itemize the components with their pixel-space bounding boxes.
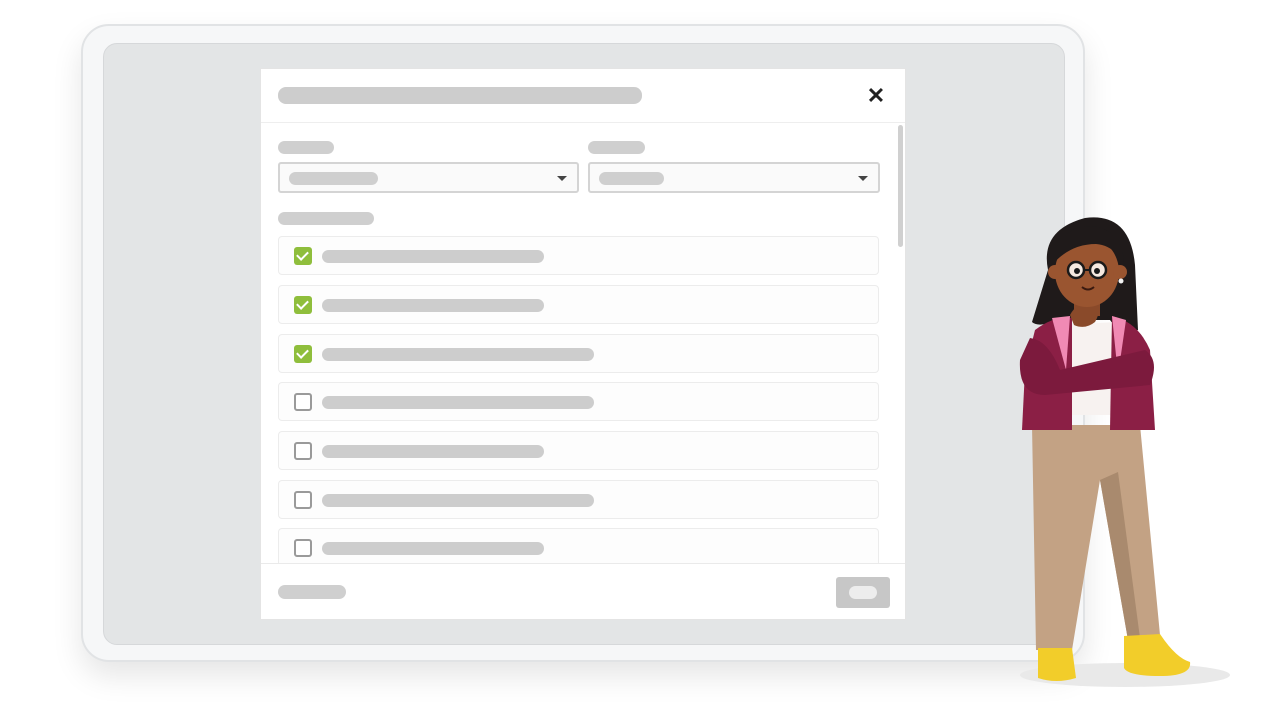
list-item-label bbox=[322, 250, 544, 263]
filter-select-1-value bbox=[289, 172, 378, 185]
filter-dialog: ✕ bbox=[260, 68, 906, 620]
list-item-label bbox=[322, 494, 594, 507]
checkbox-checked-icon[interactable] bbox=[294, 296, 312, 314]
apply-button[interactable] bbox=[836, 577, 890, 608]
list-item-label bbox=[322, 542, 544, 555]
checkbox-unchecked-icon[interactable] bbox=[294, 393, 312, 411]
checkbox-unchecked-icon[interactable] bbox=[294, 491, 312, 509]
list-item[interactable] bbox=[278, 334, 879, 373]
checkbox-checked-icon[interactable] bbox=[294, 345, 312, 363]
dialog-footer bbox=[261, 563, 905, 619]
ear-left bbox=[1048, 265, 1062, 279]
filter-label-2 bbox=[588, 141, 645, 154]
thinking-woman-illustration bbox=[1019, 217, 1230, 687]
checkbox-checked-icon[interactable] bbox=[294, 247, 312, 265]
close-icon[interactable]: ✕ bbox=[861, 82, 891, 110]
list-item-label bbox=[322, 348, 594, 361]
checkbox-unchecked-icon[interactable] bbox=[294, 539, 312, 557]
footer-text bbox=[278, 585, 346, 599]
checkbox-unchecked-icon[interactable] bbox=[294, 442, 312, 460]
trousers bbox=[1032, 425, 1160, 650]
list-item-label bbox=[322, 299, 544, 312]
apply-button-label bbox=[849, 586, 877, 599]
list-item[interactable] bbox=[278, 431, 879, 470]
list-item[interactable] bbox=[278, 528, 879, 563]
filter-select-1[interactable] bbox=[278, 162, 579, 193]
filter-select-2[interactable] bbox=[588, 162, 880, 193]
list-label bbox=[278, 212, 374, 225]
list-item[interactable] bbox=[278, 480, 879, 519]
earring bbox=[1118, 278, 1124, 284]
dialog-body bbox=[261, 123, 905, 563]
list-item[interactable] bbox=[278, 382, 879, 421]
left-shoe bbox=[1038, 648, 1076, 681]
chevron-down-icon bbox=[858, 176, 868, 181]
pupil-left bbox=[1074, 268, 1080, 274]
ear-right bbox=[1113, 265, 1127, 279]
dialog-header: ✕ bbox=[261, 69, 905, 123]
dialog-title bbox=[278, 87, 642, 104]
scrollbar[interactable] bbox=[898, 125, 903, 247]
list-item[interactable] bbox=[278, 236, 879, 275]
list-item-label bbox=[322, 445, 544, 458]
filter-label-1 bbox=[278, 141, 334, 154]
chevron-down-icon bbox=[557, 176, 567, 181]
list-item-label bbox=[322, 396, 594, 409]
pupil-right bbox=[1094, 268, 1100, 274]
filter-select-2-value bbox=[599, 172, 664, 185]
list-item[interactable] bbox=[278, 285, 879, 324]
right-shoe bbox=[1124, 634, 1191, 676]
